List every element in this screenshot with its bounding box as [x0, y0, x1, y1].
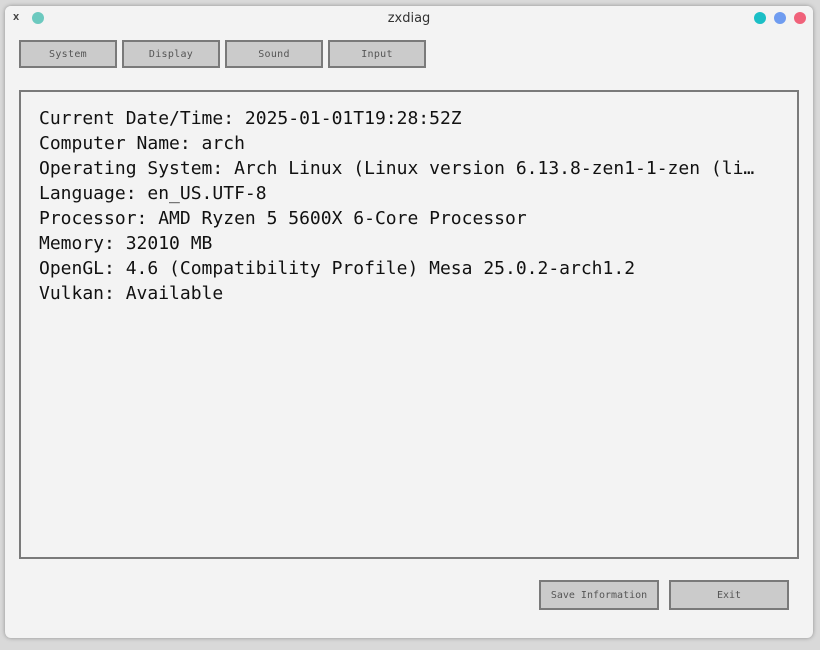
exit-button[interactable]: Exit [669, 580, 789, 610]
info-opengl: OpenGL: 4.6 (Compatibility Profile) Mesa… [39, 258, 636, 279]
title-bar[interactable]: X zxdiag [5, 6, 813, 32]
system-info-panel: Current Date/Time: 2025-01-01T19:28:52Z … [19, 90, 799, 559]
info-language: Language: en_US.UTF-8 [39, 183, 267, 204]
info-vulkan: Vulkan: Available [39, 283, 224, 304]
tab-sound[interactable]: Sound [225, 40, 323, 68]
tab-input[interactable]: Input [328, 40, 426, 68]
tab-bar: System Display Sound Input [19, 40, 426, 68]
tab-system[interactable]: System [19, 40, 117, 68]
tab-display[interactable]: Display [122, 40, 220, 68]
maximize-button[interactable] [774, 12, 786, 24]
close-button[interactable] [794, 12, 806, 24]
info-memory: Memory: 32010 MB [39, 233, 213, 254]
app-window: X zxdiag System Display Sound Input Curr… [5, 6, 813, 638]
window-title: zxdiag [387, 11, 431, 26]
info-processor: Processor: AMD Ryzen 5 5600X 6-Core Proc… [39, 208, 527, 229]
minimize-button[interactable] [754, 12, 766, 24]
info-computer-name: Computer Name: arch [39, 133, 245, 154]
info-datetime: Current Date/Time: 2025-01-01T19:28:52Z [39, 108, 462, 129]
save-information-button[interactable]: Save Information [539, 580, 659, 610]
info-operating-system: Operating System: Arch Linux (Linux vers… [39, 158, 761, 179]
